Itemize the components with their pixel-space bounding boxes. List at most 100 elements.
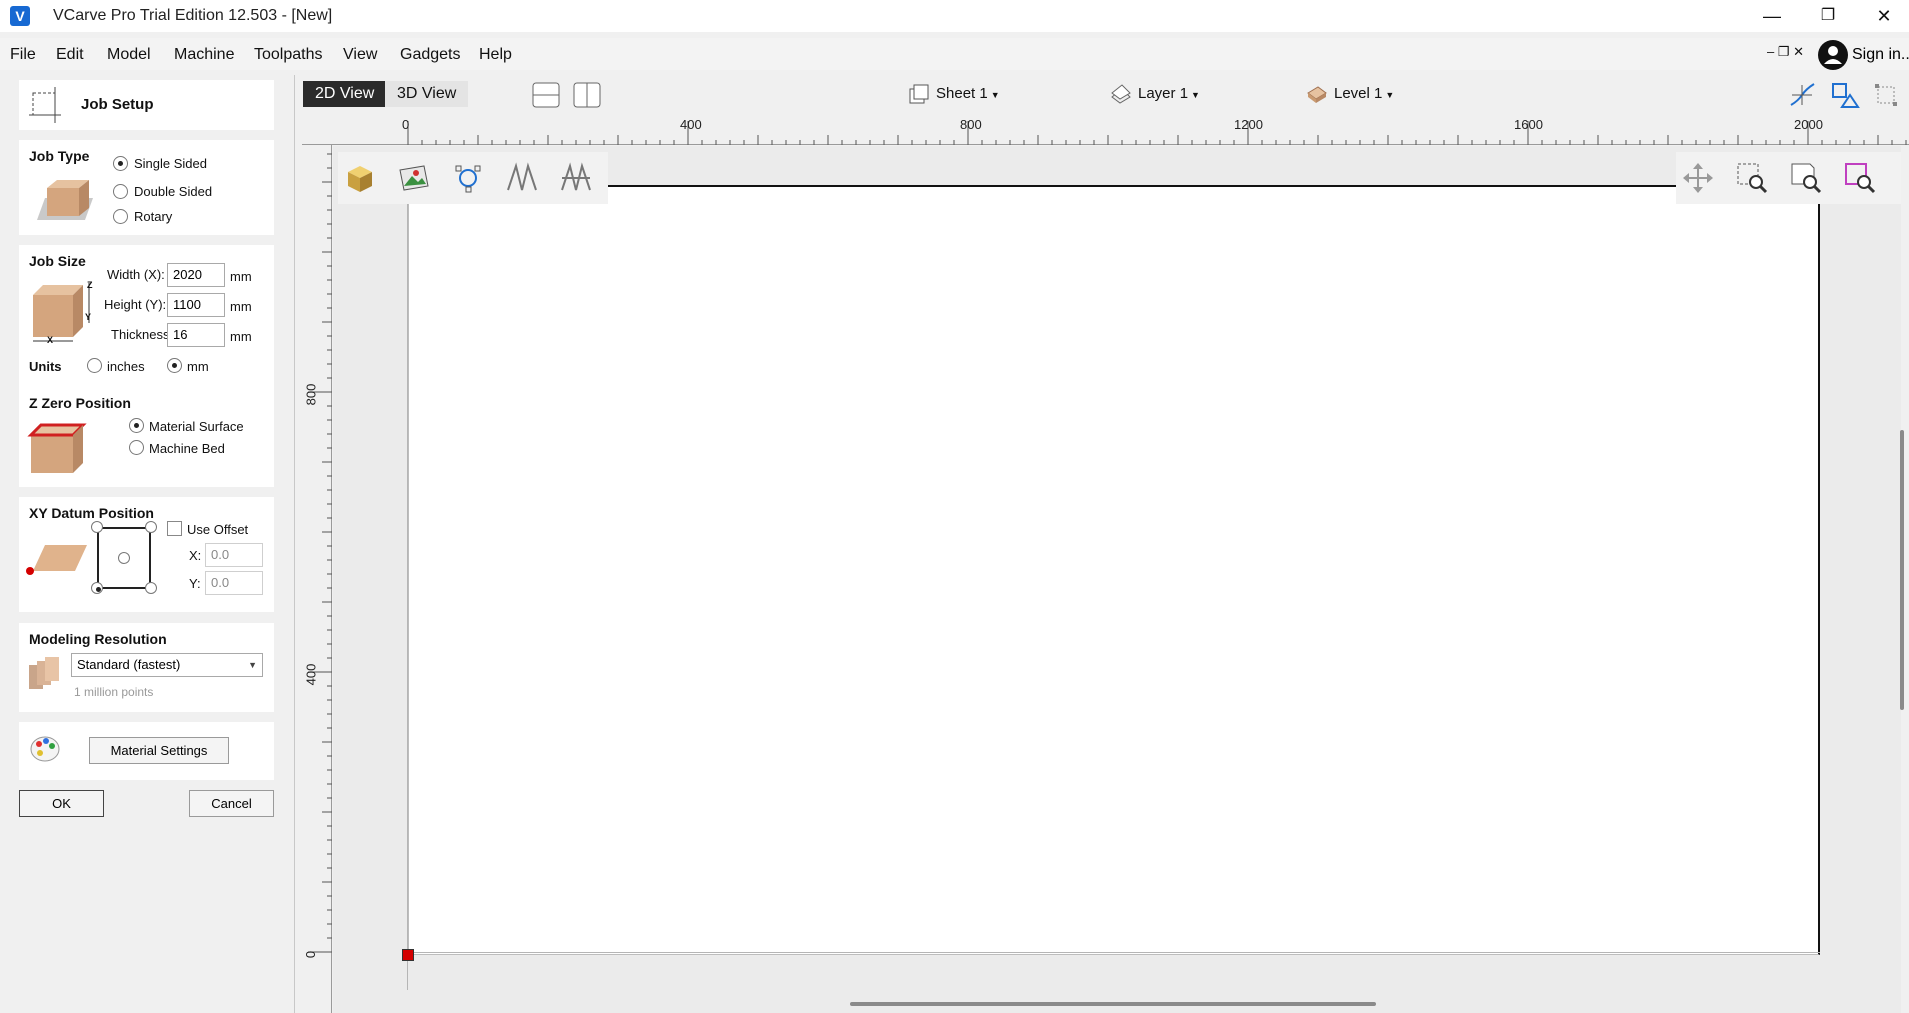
material-surface-label: Material Surface <box>149 419 244 434</box>
height-unit: mm <box>230 299 252 314</box>
modeling-resolution-title: Modeling Resolution <box>29 631 167 647</box>
datum-center-radio[interactable] <box>118 552 130 564</box>
modeling-resolution-section: Modeling Resolution Standard (fastest) ▼… <box>19 623 274 712</box>
title-bar: V VCarve Pro Trial Edition 12.503 - [New… <box>0 0 1909 32</box>
job-setup-panel: Job Setup Job Type Single Sided Double S… <box>0 75 295 1013</box>
resolution-select-value: Standard (fastest) <box>77 657 181 672</box>
job-type-section: Job Type Single Sided Double Sided Rotar… <box>19 140 274 235</box>
ruler-y-tick-400: 400 <box>303 663 319 686</box>
offset-y-input[interactable]: 0.0 <box>205 571 263 595</box>
ruler-x-tick-1600: 1600 <box>1514 117 1543 132</box>
resolution-layers-icon <box>27 653 65 697</box>
z-zero-title: Z Zero Position <box>29 395 131 411</box>
level-dropdown-chevron-icon: ▼ <box>1385 89 1395 100</box>
material-settings-button[interactable]: Material Settings <box>89 737 229 764</box>
menu-view[interactable]: View <box>343 46 377 64</box>
width-input[interactable]: 2020 <box>167 263 225 287</box>
palette-icon <box>29 733 61 769</box>
datum-bottom-right-radio[interactable] <box>145 582 157 594</box>
x-axis-label: X <box>47 335 54 345</box>
ruler-x-tick-400: 400 <box>680 117 702 132</box>
layer-icon <box>1110 83 1132 105</box>
offset-x-input[interactable]: 0.0 <box>205 543 263 567</box>
x-axis-baseline <box>408 952 1820 953</box>
job-setup-title: Job Setup <box>81 96 154 113</box>
height-input[interactable]: 1100 <box>167 293 225 317</box>
xy-datum-material-icon <box>25 541 87 581</box>
zoom-selection-icon[interactable] <box>1842 160 1878 196</box>
chevron-down-icon: ▼ <box>248 660 257 670</box>
ruler-x-tick-1200: 1200 <box>1234 117 1263 132</box>
units-mm-label: mm <box>187 359 209 374</box>
node-edit-icon[interactable] <box>450 160 486 196</box>
view-tools-toolbar <box>1676 152 1901 204</box>
split-vertical-icon[interactable] <box>572 81 602 113</box>
z-zero-section: Z Zero Position Material Surface Machine… <box>19 387 274 487</box>
menu-model[interactable]: Model <box>107 46 151 64</box>
zoom-box-icon[interactable] <box>1734 160 1770 196</box>
material-boundary <box>408 185 1820 955</box>
restore-button[interactable]: ❐ <box>1801 0 1855 32</box>
material-surface-radio[interactable] <box>129 418 144 433</box>
job-setup-icon <box>25 83 65 131</box>
units-label: Units <box>29 359 62 374</box>
sheet-dropdown-chevron-icon: ▼ <box>990 89 1000 100</box>
minimize-button[interactable]: — <box>1745 0 1799 32</box>
resolution-select[interactable]: Standard (fastest) ▼ <box>71 653 263 677</box>
zoom-fit-icon[interactable] <box>1788 160 1824 196</box>
offset-x-label: X: <box>189 548 202 563</box>
single-sided-material-icon <box>33 176 97 230</box>
machine-bed-radio[interactable] <box>129 440 144 455</box>
toolpath-hatch-icon[interactable] <box>558 160 594 196</box>
double-sided-radio[interactable] <box>113 184 128 199</box>
machine-bed-label: Machine Bed <box>149 441 225 456</box>
cancel-button[interactable]: Cancel <box>189 790 274 817</box>
component-cube-icon[interactable] <box>342 160 378 196</box>
split-horizontal-icon[interactable] <box>531 81 561 113</box>
snap-node-icon[interactable] <box>1788 81 1816 113</box>
single-sided-label: Single Sided <box>134 156 207 171</box>
tab-2d-view[interactable]: 2D View <box>303 81 387 107</box>
pan-move-icon[interactable] <box>1680 160 1716 196</box>
material-settings-section: Material Settings <box>19 722 274 780</box>
menu-edit[interactable]: Edit <box>56 46 84 64</box>
menu-machine[interactable]: Machine <box>174 46 234 64</box>
tab-3d-view[interactable]: 3D View <box>385 81 469 107</box>
units-mm-radio[interactable] <box>167 358 182 373</box>
document-window-controls[interactable]: – ❐ ✕ <box>1767 44 1804 60</box>
floating-toolbar <box>338 152 608 204</box>
sheet-dropdown[interactable]: Sheet 1 ▼ <box>908 83 1000 105</box>
layer-dropdown[interactable]: Layer 1 ▼ <box>1110 83 1200 105</box>
close-button[interactable]: ✕ <box>1857 0 1909 32</box>
toolpath-wave-icon[interactable] <box>504 160 540 196</box>
xy-datum-section: XY Datum Position Use Offset X: 0.0 Y: 0… <box>19 497 274 612</box>
units-inches-label: inches <box>107 359 145 374</box>
single-sided-radio[interactable] <box>113 156 128 171</box>
double-sided-label: Double Sided <box>134 184 213 199</box>
ruler-x-tick-0: 0 <box>402 117 410 132</box>
ruler-y-tick-800: 800 <box>303 383 319 406</box>
datum-bottom-left-radio[interactable] <box>91 582 103 594</box>
use-offset-checkbox[interactable] <box>167 521 182 536</box>
drawing-tools-icon[interactable] <box>1830 81 1860 113</box>
vertical-scrollbar[interactable] <box>1900 430 1904 710</box>
menu-help[interactable]: Help <box>479 46 512 64</box>
ruler-x-tick-800: 800 <box>960 117 982 132</box>
view-toolbar: 2D View 3D View Sheet 1 ▼ Layer 1 ▼ Level … <box>300 75 1909 115</box>
horizontal-scrollbar[interactable] <box>850 1002 1376 1006</box>
menu-gadgets[interactable]: Gadgets <box>400 46 460 64</box>
datum-top-left-radio[interactable] <box>91 521 103 533</box>
datum-top-right-radio[interactable] <box>145 521 157 533</box>
transform-tools-icon[interactable] <box>1872 81 1900 113</box>
ok-button[interactable]: OK <box>19 790 104 817</box>
menu-file[interactable]: File <box>10 46 36 64</box>
bitmap-image-icon[interactable] <box>396 160 432 196</box>
menu-toolpaths[interactable]: Toolpaths <box>254 46 323 64</box>
width-label: Width (X): <box>107 267 165 282</box>
units-inches-radio[interactable] <box>87 358 102 373</box>
sheet-icon <box>908 83 930 105</box>
thickness-input[interactable]: 16 <box>167 323 225 347</box>
rotary-radio[interactable] <box>113 209 128 224</box>
level-dropdown[interactable]: Level 1 ▼ <box>1306 83 1394 105</box>
user-avatar-icon <box>1818 40 1848 70</box>
